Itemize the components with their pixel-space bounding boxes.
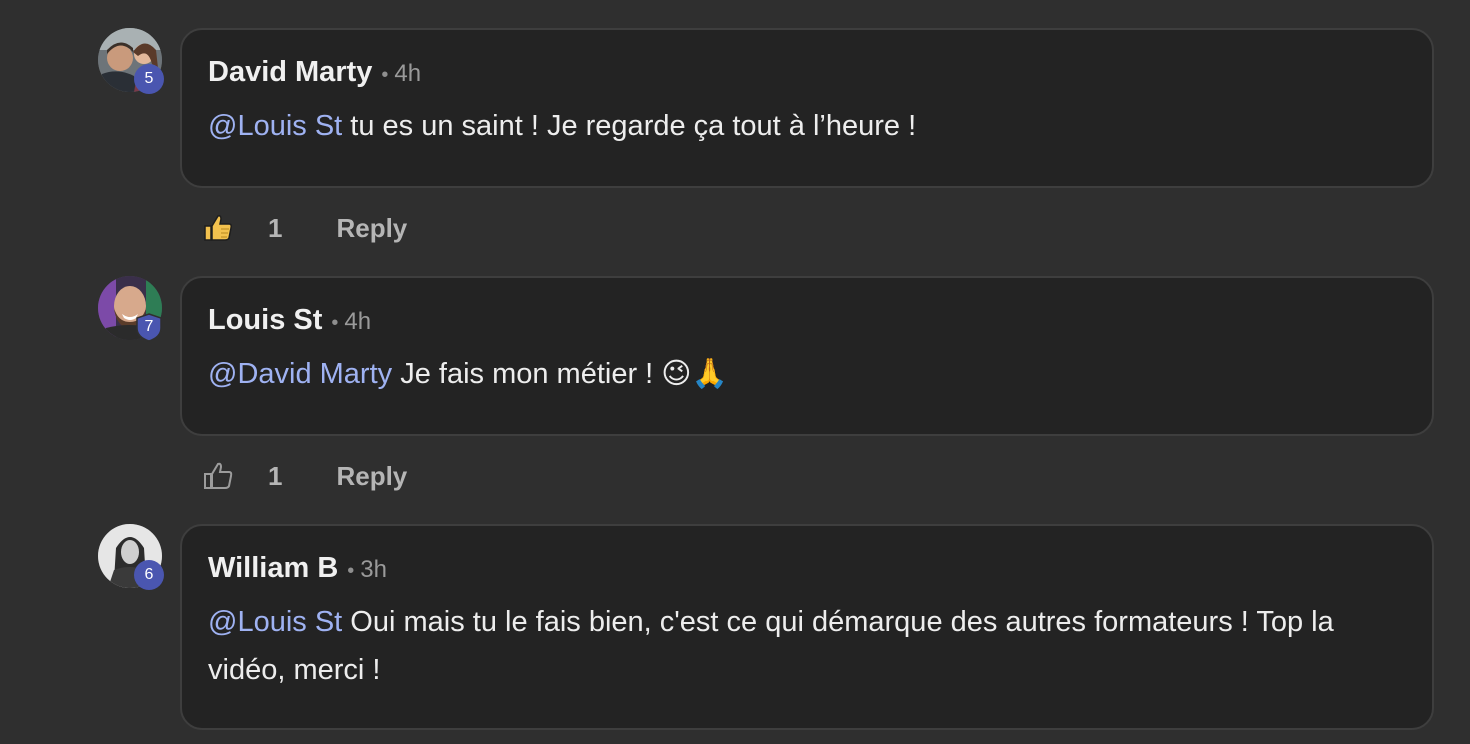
like-button[interactable] <box>200 458 236 494</box>
author-name[interactable]: Louis St <box>208 304 322 337</box>
comment-bubble: David Marty • 4h @Louis St tu es un sain… <box>180 28 1434 188</box>
avatar-william-b[interactable]: 6 <box>98 524 164 590</box>
meta-separator: • <box>347 560 355 582</box>
comment-text: Oui mais tu le fais bien, c'est ce qui d… <box>208 606 1334 686</box>
comment-actions: 1 Reply <box>200 208 407 248</box>
level-badge: 6 <box>134 560 164 590</box>
avatar-louis-st[interactable]: 7 <box>98 276 164 342</box>
comment-bubble: Louis St • 4h @David Marty Je fais mon m… <box>180 276 1434 436</box>
author-name[interactable]: William B <box>208 552 338 585</box>
comment-body: @Louis St tu es un saint ! Je regarde ça… <box>208 102 1406 150</box>
comment-text: Je fais mon métier ! 😉🙏 <box>392 358 728 390</box>
meta-separator: • <box>331 312 339 334</box>
mention-link[interactable]: @David Marty <box>208 358 392 390</box>
mention-link[interactable]: @Louis St <box>208 110 342 142</box>
level-badge: 5 <box>134 64 164 94</box>
comment-timestamp[interactable]: 3h <box>360 556 387 584</box>
comment-actions: 1 Reply <box>200 456 407 496</box>
comment-bubble: William B • 3h @Louis St Oui mais tu le … <box>180 524 1434 730</box>
comment-timestamp[interactable]: 4h <box>344 308 371 336</box>
comment-meta: David Marty • 4h <box>208 56 1406 96</box>
thumbs-up-outline-icon <box>204 462 233 489</box>
author-name[interactable]: David Marty <box>208 56 372 89</box>
reply-button[interactable]: Reply <box>336 461 407 492</box>
meta-separator: • <box>381 64 389 86</box>
like-count: 1 <box>268 212 283 243</box>
avatar-david-marty[interactable]: 5 <box>98 28 164 94</box>
thumbs-up-filled-icon <box>204 215 232 241</box>
comment-meta: Louis St • 4h <box>208 304 1406 344</box>
like-button[interactable] <box>200 210 236 246</box>
like-count: 1 <box>268 460 283 491</box>
comment-text: tu es un saint ! Je regarde ça tout à l’… <box>342 110 917 142</box>
comment-body: @David Marty Je fais mon métier ! 😉🙏 <box>208 350 1406 398</box>
reply-button[interactable]: Reply <box>336 213 407 244</box>
comment-timestamp[interactable]: 4h <box>394 60 421 88</box>
mention-link[interactable]: @Louis St <box>208 606 342 638</box>
comment-body: @Louis St Oui mais tu le fais bien, c'es… <box>208 598 1406 694</box>
level-badge: 7 <box>134 312 164 342</box>
comment-meta: William B • 3h <box>208 552 1406 592</box>
comment-thread: 5 David Marty • 4h @Louis St tu es un sa… <box>0 0 1470 744</box>
